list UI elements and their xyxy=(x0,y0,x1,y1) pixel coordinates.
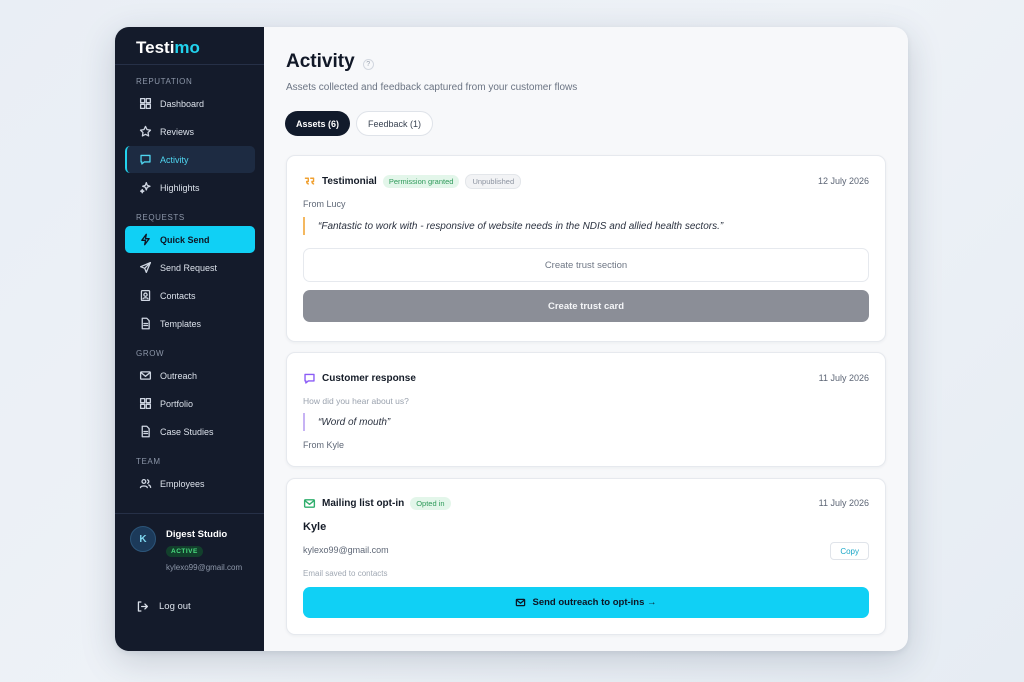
section-label-team: TEAM xyxy=(136,456,161,466)
sidebar-item-label: Portfolio xyxy=(160,398,194,409)
sidebar-item-label: Employees xyxy=(160,478,205,489)
publish-status-badge: Unpublished xyxy=(465,173,522,189)
card-header: Customer response 11 July 2026 xyxy=(303,371,869,385)
sidebar-item-label: Quick Send xyxy=(160,234,210,245)
page-title: Activity xyxy=(286,51,355,72)
card-from: From Kyle xyxy=(303,440,345,450)
sidebar-item-label: Outreach xyxy=(160,370,198,381)
quote-icon xyxy=(304,177,315,185)
sidebar-item-label: Dashboard xyxy=(160,98,205,109)
card-date: 11 July 2026 xyxy=(818,373,869,383)
contact-email: kylexo99@gmail.com xyxy=(303,545,389,555)
help-icon[interactable]: ? xyxy=(362,58,374,70)
sidebar-item-contacts[interactable]: Contacts xyxy=(125,282,255,309)
sidebar-item-outreach[interactable]: Outreach xyxy=(125,362,255,389)
mail-icon xyxy=(138,369,152,383)
tab-assets[interactable]: Assets (6) xyxy=(285,111,351,136)
logout-button[interactable]: Log out xyxy=(136,600,191,613)
sidebar-item-portfolio[interactable]: Portfolio xyxy=(125,390,255,417)
contact-icon xyxy=(138,289,152,303)
page-header: Activity ? xyxy=(286,51,374,73)
sidebar-item-send-request[interactable]: Send Request xyxy=(125,254,255,281)
sidebar-item-employees[interactable]: Employees xyxy=(125,470,255,497)
send-icon xyxy=(138,261,152,275)
card-title: Customer response xyxy=(322,372,416,384)
document-icon xyxy=(138,317,152,331)
card-from: From Lucy xyxy=(303,199,346,209)
logo-text: Testi xyxy=(136,38,175,57)
app-logo[interactable]: Testimo xyxy=(115,27,264,65)
sidebar-item-activity[interactable]: Activity xyxy=(125,146,255,173)
card-header: Testimonial Permission granted Unpublish… xyxy=(303,173,869,189)
tab-feedback[interactable]: Feedback (1) xyxy=(356,111,434,136)
document-icon xyxy=(138,425,152,439)
sidebar: Testimo REPUTATION Dashboard Reviews Act… xyxy=(115,27,264,651)
sidebar-item-dashboard[interactable]: Dashboard xyxy=(125,90,255,117)
tab-bar: Assets (6) Feedback (1) xyxy=(285,111,439,136)
status-badge: ACTIVE xyxy=(166,546,203,557)
sidebar-item-reviews[interactable]: Reviews xyxy=(125,118,255,145)
logout-label: Log out xyxy=(159,601,191,612)
avatar: K xyxy=(130,526,156,552)
card-header: Mailing list opt-in Opted in 11 July 202… xyxy=(303,496,869,510)
sidebar-item-templates[interactable]: Templates xyxy=(125,310,255,337)
card-title: Mailing list opt-in xyxy=(322,497,405,509)
card-date: 11 July 2026 xyxy=(818,498,869,508)
sidebar-item-label: Send Request xyxy=(160,262,218,273)
sidebar-item-label: Reviews xyxy=(160,126,195,137)
chat-icon xyxy=(138,153,152,167)
main-content: Activity ? Assets collected and feedback… xyxy=(264,27,908,651)
card-date: 12 July 2026 xyxy=(817,176,869,186)
response-quote: “Word of mouth” xyxy=(303,413,390,431)
opt-in-badge: Opted in xyxy=(410,496,451,510)
bolt-icon xyxy=(138,233,152,247)
saved-note: Email saved to contacts xyxy=(303,569,388,578)
sidebar-nav: REPUTATION Dashboard Reviews Activity Hi… xyxy=(115,65,264,497)
account-name: Digest Studio xyxy=(166,529,228,540)
section-label-requests: REQUESTS xyxy=(136,212,185,222)
account-panel[interactable]: K Digest Studio ACTIVE kylexo99@gmail.co… xyxy=(130,526,242,572)
send-outreach-label: Send outreach to opt-ins → xyxy=(532,597,657,608)
testimonial-card: Testimonial Permission granted Unpublish… xyxy=(286,155,886,342)
chat-icon xyxy=(304,373,315,384)
star-icon xyxy=(138,125,152,139)
testimonial-quote: “Fantastic to work with - responsive of … xyxy=(303,217,723,235)
mailing-list-card: Mailing list opt-in Opted in 11 July 202… xyxy=(286,478,886,635)
card-title: Testimonial xyxy=(322,175,377,187)
users-icon xyxy=(138,477,152,491)
sparkle-icon xyxy=(138,181,152,195)
account-info: Digest Studio ACTIVE kylexo99@gmail.com xyxy=(166,526,242,572)
sidebar-item-label: Activity xyxy=(160,154,189,165)
sidebar-item-case-studies[interactable]: Case Studies xyxy=(125,418,255,445)
sidebar-divider xyxy=(115,513,264,514)
sidebar-item-highlights[interactable]: Highlights xyxy=(125,174,255,201)
mail-icon xyxy=(303,498,316,508)
mail-icon xyxy=(516,598,526,607)
sidebar-item-label: Highlights xyxy=(160,182,200,193)
grid-icon xyxy=(138,97,152,111)
create-trust-card-button[interactable]: Create trust card xyxy=(303,290,869,322)
logout-icon xyxy=(137,601,149,612)
app-window: Testimo REPUTATION Dashboard Reviews Act… xyxy=(115,27,908,651)
customer-response-card: Customer response 11 July 2026 How did y… xyxy=(286,352,886,467)
section-label-grow: GROW xyxy=(136,348,165,358)
contact-name: Kyle xyxy=(303,521,327,533)
permission-badge: Permission granted xyxy=(382,174,460,188)
create-trust-section-button[interactable]: Create trust section xyxy=(303,248,869,282)
send-outreach-button[interactable]: Send outreach to opt-ins → xyxy=(303,587,869,618)
sidebar-item-label: Templates xyxy=(160,318,202,329)
response-question: How did you hear about us? xyxy=(303,396,409,406)
sidebar-item-quick-send[interactable]: Quick Send xyxy=(125,226,255,253)
copy-button[interactable]: Copy xyxy=(830,542,869,560)
logo-text-accent: mo xyxy=(174,38,200,57)
section-label-reputation: REPUTATION xyxy=(136,76,193,86)
page-subtitle: Assets collected and feedback captured f… xyxy=(286,82,578,93)
sidebar-item-label: Contacts xyxy=(160,290,196,301)
account-email: kylexo99@gmail.com xyxy=(166,563,243,572)
sidebar-item-label: Case Studies xyxy=(160,426,214,437)
grid-icon xyxy=(138,397,152,411)
